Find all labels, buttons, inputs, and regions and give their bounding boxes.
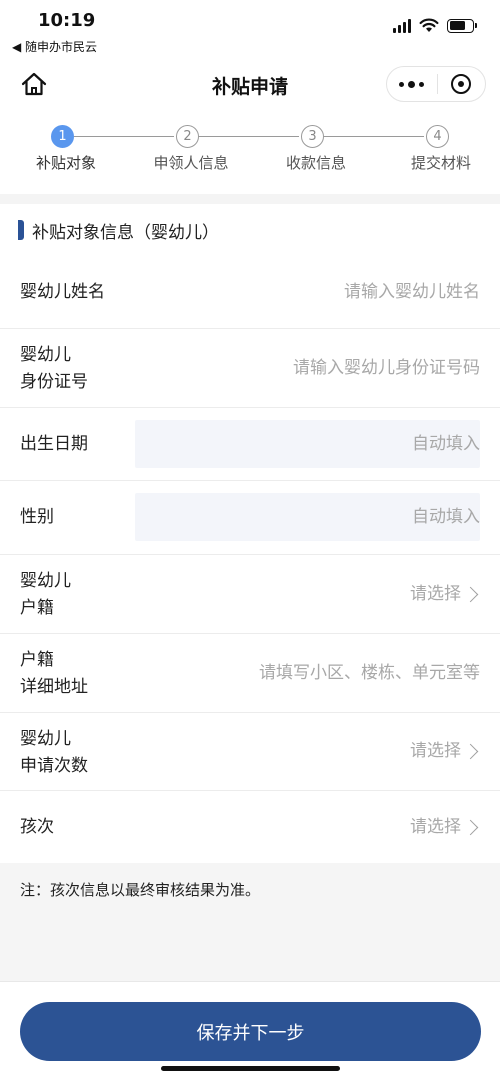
form-row-application-count[interactable]: 婴幼儿 申请次数 请选择 [0, 713, 500, 791]
id-number-label: 婴幼儿 身份证号 [20, 345, 88, 392]
page: 10:19 ◀ 随申办市民云 补贴申请 1 2 3 4 补贴对象 申领人信息 收… [0, 0, 500, 1081]
step-1-label: 补贴对象 [35, 154, 97, 172]
save-next-button[interactable]: 保存并下一步 [20, 1002, 481, 1061]
gender-label: 性别 [20, 507, 54, 527]
name-input[interactable]: 请输入婴幼儿姓名 [344, 279, 480, 306]
form-row-gender: 性别 自动填入 [0, 481, 500, 555]
step-connector [74, 136, 174, 137]
application-count-select-text: 请选择 [410, 741, 461, 761]
form-row-household[interactable]: 婴幼儿 户籍 请选择 [0, 555, 500, 634]
close-target-icon[interactable] [437, 67, 485, 101]
id-number-input[interactable]: 请输入婴幼儿身份证号码 [293, 355, 480, 382]
form-row-name[interactable]: 婴幼儿姓名 请输入婴幼儿姓名 [0, 256, 500, 329]
application-count-select[interactable]: 请选择 [410, 738, 480, 765]
birth-order-select-text: 请选择 [410, 817, 461, 837]
infant-info-form: 婴幼儿姓名 请输入婴幼儿姓名 婴幼儿 身份证号 请输入婴幼儿身份证号码 出生日期… [0, 256, 500, 863]
birth-date-label: 出生日期 [20, 434, 88, 454]
back-to-app-link[interactable]: ◀ 随申办市民云 [12, 38, 97, 55]
step-2-circle: 2 [176, 125, 199, 148]
more-icon[interactable] [387, 67, 437, 101]
form-row-birth-order[interactable]: 孩次 请选择 [0, 791, 500, 863]
step-2-label: 申领人信息 [153, 154, 229, 172]
status-bar: 10:19 ◀ 随申办市民云 [0, 0, 500, 58]
chevron-right-icon [462, 743, 479, 760]
household-select-text: 请选择 [410, 584, 461, 604]
name-label: 婴幼儿姓名 [20, 282, 105, 302]
address-input[interactable]: 请填写小区、楼栋、单元室等 [259, 660, 480, 687]
step-connector [324, 136, 424, 137]
chevron-right-icon [462, 586, 479, 603]
form-row-birth-date: 出生日期 自动填入 [0, 408, 500, 481]
household-select[interactable]: 请选择 [410, 581, 480, 608]
battery-icon [447, 18, 477, 33]
step-indicator: 1 2 3 4 补贴对象 申领人信息 收款信息 提交材料 [0, 112, 500, 194]
wifi-icon [419, 18, 439, 32]
form-row-id-number[interactable]: 婴幼儿 身份证号 请输入婴幼儿身份证号码 [0, 329, 500, 408]
gender-value: 自动填入 [412, 507, 480, 527]
mini-program-capsule [386, 66, 486, 102]
nav-bar: 补贴申请 [0, 58, 500, 110]
application-count-label: 婴幼儿 申请次数 [20, 729, 88, 776]
status-icons [393, 18, 477, 33]
status-time: 10:19 [38, 10, 96, 31]
form-row-address[interactable]: 户籍 详细地址 请填写小区、楼栋、单元室等 [0, 634, 500, 713]
step-1-circle: 1 [51, 125, 74, 148]
birth-order-select[interactable]: 请选择 [410, 814, 480, 841]
section-accent-bar [18, 220, 24, 240]
step-4-label: 提交材料 [410, 154, 472, 172]
step-3-circle: 3 [301, 125, 324, 148]
section-header: 补贴对象信息（婴幼儿） [0, 204, 500, 256]
birth-order-label: 孩次 [20, 817, 54, 837]
chevron-right-icon [462, 819, 479, 836]
home-indicator [161, 1066, 340, 1071]
note-area: 注：孩次信息以最终审核结果为准。 [0, 863, 500, 981]
signal-icon [393, 18, 411, 33]
step-4-circle: 4 [426, 125, 449, 148]
step-3-label: 收款信息 [285, 154, 347, 172]
step-connector [199, 136, 299, 137]
section-title: 补贴对象信息（婴幼儿） [32, 222, 219, 243]
household-label: 婴幼儿 户籍 [20, 571, 71, 618]
note-text: 注：孩次信息以最终审核结果为准。 [20, 881, 261, 899]
section-spacer [0, 194, 500, 204]
birth-date-value: 自动填入 [412, 434, 480, 454]
address-label: 户籍 详细地址 [20, 650, 88, 697]
